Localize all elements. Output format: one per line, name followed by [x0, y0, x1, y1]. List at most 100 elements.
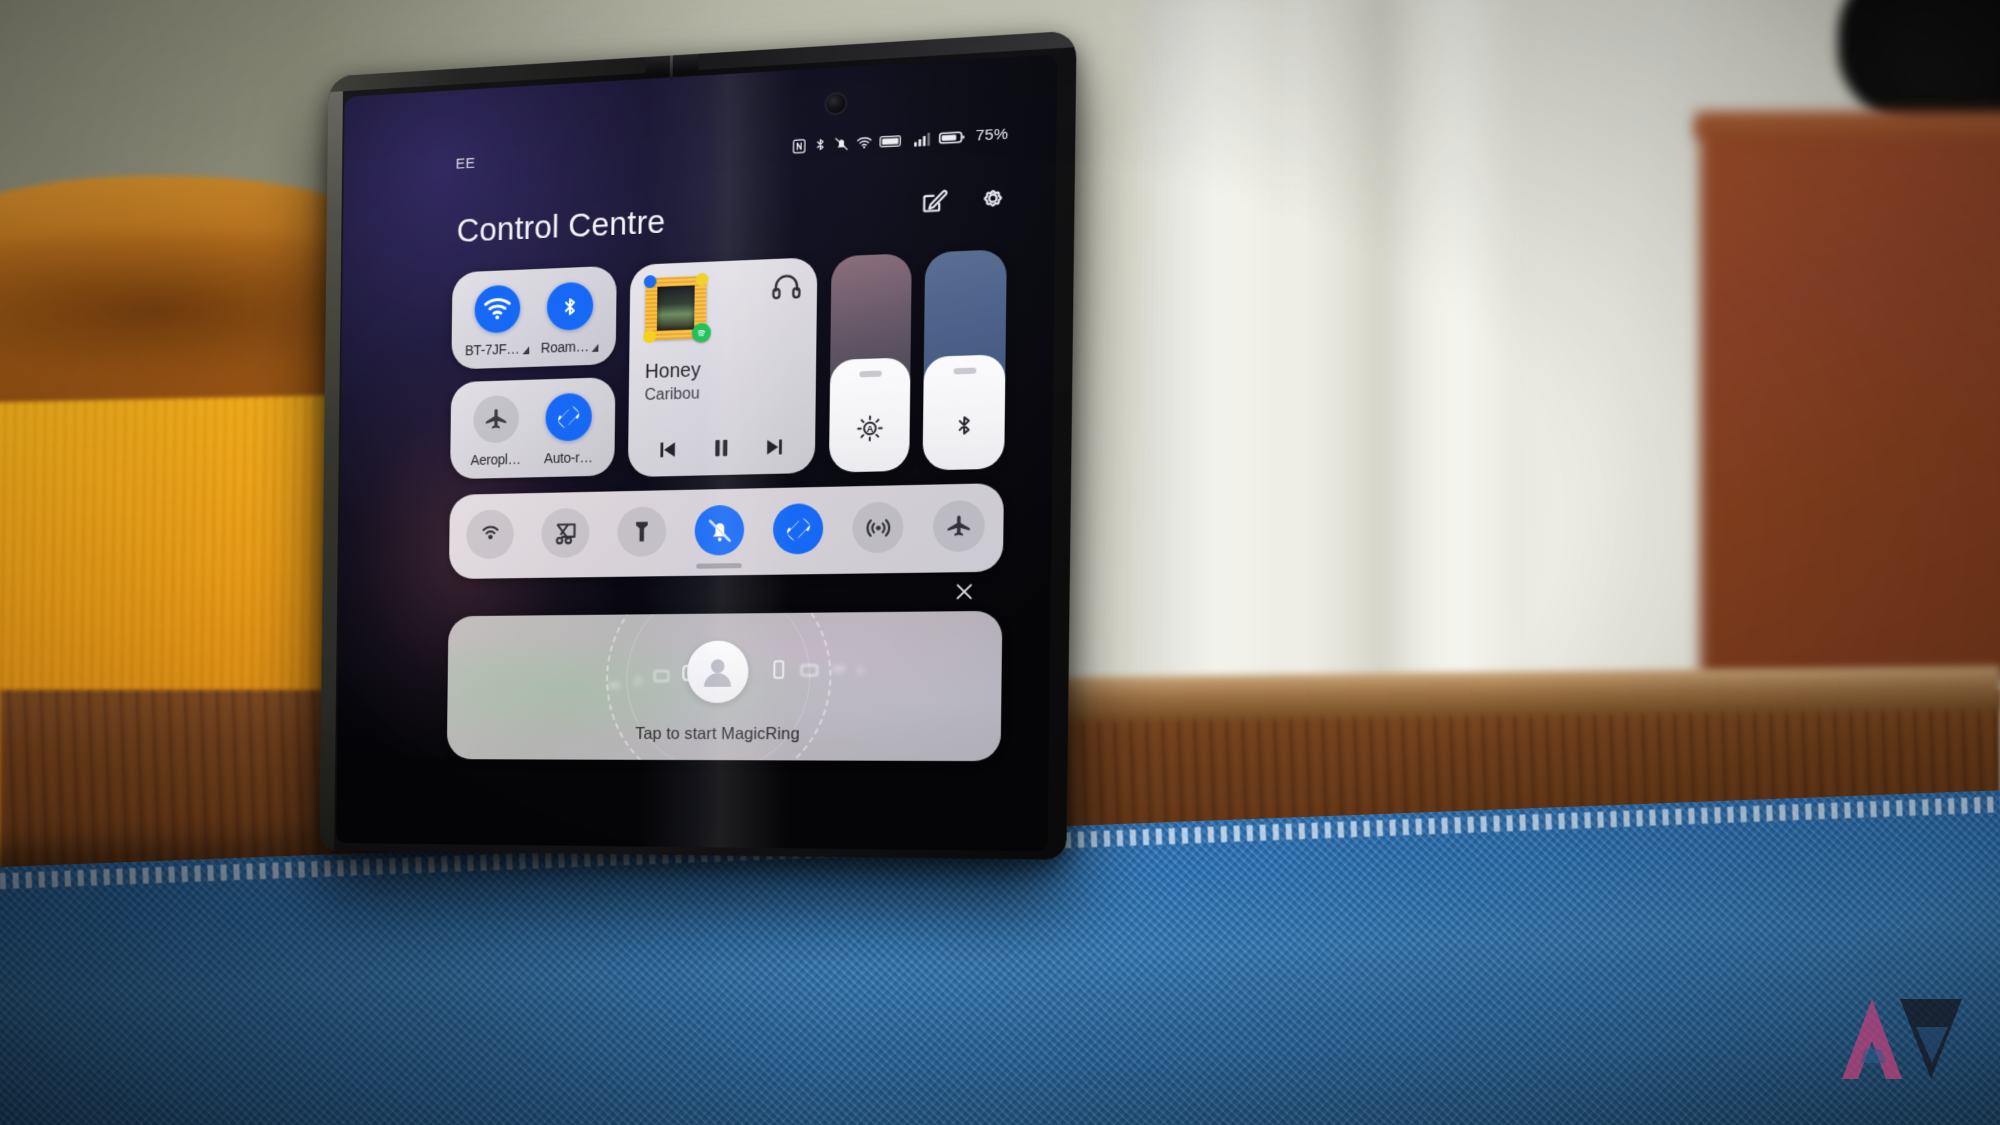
- album-art-dot-yellow-top: [695, 272, 709, 287]
- media-controls: [628, 432, 815, 463]
- album-art-dot-yellow-bottom: [643, 329, 657, 344]
- tile-airplane-label-wrap: Aeropl…: [470, 451, 521, 468]
- toggle-auto-rotate[interactable]: [772, 503, 824, 555]
- bluetooth-icon: [560, 292, 580, 319]
- hotspot-icon: [864, 513, 892, 541]
- phone-body: EE 75% Control Centre BT-7JF… Roam… Aero…: [319, 30, 1077, 860]
- tile-bluetooth-label: Roam…: [540, 338, 590, 356]
- sliders-group: A: [828, 249, 1007, 473]
- toggle-flashlight[interactable]: [617, 506, 667, 557]
- close-magicring-button[interactable]: [953, 580, 976, 608]
- pause-icon[interactable]: [708, 435, 734, 462]
- auto-rotate-icon: [555, 403, 582, 431]
- tile-wifi-label-wrap: BT-7JF…: [464, 340, 530, 359]
- edit-pencil-square-icon[interactable]: [919, 187, 947, 216]
- tile-auto-rotate[interactable]: Auto-r…: [534, 392, 604, 466]
- tile-airplane-label: Aeropl…: [470, 450, 521, 468]
- phone-icon: [768, 655, 789, 688]
- chevron-expand-icon[interactable]: [591, 343, 599, 352]
- media-track-artist: Caribou: [644, 385, 700, 405]
- album-art: [643, 272, 712, 344]
- skip-next-icon[interactable]: [762, 434, 787, 460]
- brightness-slider-grip[interactable]: [858, 370, 882, 378]
- background-cabinet-top: [1695, 112, 2000, 138]
- tile-wifi[interactable]: BT-7JF…: [463, 284, 532, 358]
- media-track-title: Honey: [644, 359, 701, 384]
- brightness-auto-icon: A: [855, 414, 883, 447]
- headphones-icon[interactable]: [772, 274, 801, 304]
- punch-hole-camera: [826, 93, 846, 114]
- earbuds-icon: [831, 661, 845, 680]
- toggle-nfc[interactable]: [466, 509, 515, 560]
- phone-screen: EE 75% Control Centre BT-7JF… Roam… Aero…: [336, 54, 1058, 852]
- battery-icon: [939, 130, 965, 146]
- bluetooth-tile-icon-bg: [546, 281, 594, 331]
- tile-bluetooth-label-wrap: Roam…: [541, 338, 599, 356]
- connectivity-group-2: Aeropl… Auto-r…: [450, 377, 616, 480]
- laptop-icon: [651, 666, 673, 691]
- brightness-slider[interactable]: A: [828, 253, 912, 473]
- svg-text:A: A: [866, 424, 873, 435]
- laptop-icon: [797, 659, 821, 686]
- magicring-label: Tap to start MagicRing: [635, 724, 800, 744]
- strip-drag-handle[interactable]: [696, 563, 742, 569]
- airplane-icon: [485, 408, 506, 429]
- control-centre-body: BT-7JF… Roam… Aeropl… Auto-r… Honey Cari…: [446, 249, 1007, 762]
- close-x-icon: [953, 580, 976, 603]
- status-icons: 75%: [792, 125, 1008, 155]
- connectivity-tiles-column: BT-7JF… Roam… Aeropl… Auto-r…: [450, 265, 618, 480]
- photo-scene: EE 75% Control Centre BT-7JF… Roam… Aero…: [0, 0, 2000, 1125]
- earbuds-icon: [608, 678, 621, 696]
- skip-previous-icon[interactable]: [656, 436, 681, 462]
- airplane-icon: [947, 514, 970, 536]
- media-player-card[interactable]: Honey Caribou: [628, 257, 818, 478]
- chevron-expand-icon[interactable]: [522, 346, 530, 355]
- bluetooth-volume-slider[interactable]: [922, 249, 1007, 471]
- gear-icon[interactable]: [978, 183, 1007, 213]
- carrier-label: EE: [455, 154, 476, 173]
- airplane-tile-icon-bg: [473, 394, 520, 444]
- bluetooth-icon: [814, 136, 827, 153]
- nfc-wave-icon: [477, 521, 503, 539]
- tile-bluetooth[interactable]: Roam…: [535, 281, 605, 356]
- header-actions: [919, 183, 1007, 232]
- toggle-hotspot[interactable]: [852, 501, 904, 554]
- signal-bars-icon: [914, 132, 931, 147]
- page-title: Control Centre: [456, 202, 666, 249]
- toggle-airplane[interactable]: [932, 499, 986, 553]
- watch-icon: [631, 674, 645, 693]
- flashlight-icon: [635, 521, 648, 542]
- tile-auto-rotate-label: Auto-r…: [543, 449, 593, 467]
- tile-wifi-label: BT-7JF…: [464, 340, 520, 359]
- scissors-screenshot-icon: [552, 519, 578, 546]
- tile-auto-rotate-label-wrap: Auto-r…: [544, 449, 593, 466]
- auto-rotate-icon: [783, 514, 812, 544]
- auto-rotate-tile-icon-bg: [545, 392, 593, 442]
- connectivity-group-1: BT-7JF… Roam…: [451, 265, 618, 370]
- toggle-screenshot[interactable]: [541, 507, 590, 559]
- magicring-card[interactable]: Tap to start MagicRing: [446, 610, 1003, 762]
- vibrate-mute-icon: [834, 135, 849, 151]
- wifi-icon: [856, 135, 872, 148]
- bluetooth-slider-grip[interactable]: [952, 367, 976, 375]
- foldable-phone: EE 75% Control Centre BT-7JF… Roam… Aero…: [319, 30, 1077, 860]
- nfc-icon: [792, 138, 807, 154]
- background-curtain: [1290, 0, 1520, 750]
- quick-toggles-strip: [448, 483, 1004, 580]
- toggle-mute[interactable]: [694, 504, 745, 556]
- battery-percent-label: 75%: [975, 125, 1009, 145]
- album-art-photo: [657, 285, 695, 331]
- top-row: BT-7JF… Roam… Aeropl… Auto-r… Honey Cari…: [450, 249, 1007, 481]
- bluetooth-icon: [953, 411, 975, 445]
- wifi-icon: [483, 297, 512, 320]
- album-art-dot-blue: [644, 274, 657, 289]
- watch-icon: [855, 663, 866, 681]
- person-avatar-icon: [703, 659, 732, 687]
- background-wooden-cabinet: [1700, 120, 2000, 680]
- tile-airplane[interactable]: Aeropl…: [462, 394, 531, 469]
- control-centre-header: Control Centre: [343, 181, 1056, 258]
- bell-muted-icon: [706, 516, 733, 544]
- android-police-logo: [1842, 999, 1962, 1079]
- wifi-tile-icon-bg: [474, 284, 521, 334]
- foldable-hinge-seam: [669, 55, 673, 80]
